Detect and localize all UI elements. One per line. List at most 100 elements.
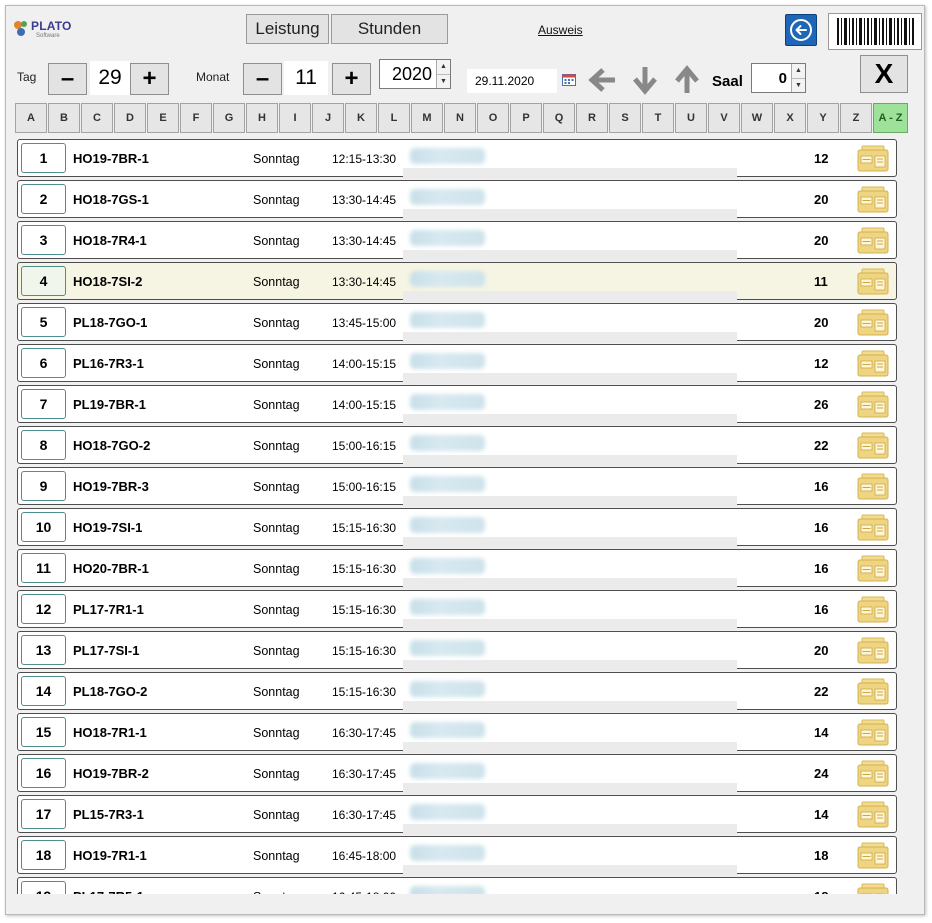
id-card-icon[interactable] [856,268,890,296]
letter-button-e[interactable]: E [147,103,179,133]
id-card-icon[interactable] [856,432,890,460]
prev-button[interactable] [584,63,622,97]
letter-button-z[interactable]: Z [840,103,872,133]
saal-spinner[interactable]: 0 ▲ ▼ [751,63,806,93]
letter-button-u[interactable]: U [675,103,707,133]
id-card-icon[interactable] [856,637,890,665]
letter-button-c[interactable]: C [81,103,113,133]
letter-button-p[interactable]: P [510,103,542,133]
up-button[interactable] [668,63,706,97]
row-number-button[interactable]: 12 [21,594,66,624]
monat-minus-button[interactable]: – [243,63,282,95]
row-number-button[interactable]: 7 [21,389,66,419]
year-down-arrow-icon[interactable]: ▼ [437,73,450,88]
list-item[interactable]: 16 HO19-7BR-2 Sonntag 16:30-17:45 24 [17,754,897,794]
list-item[interactable]: 2 HO18-7GS-1 Sonntag 13:30-14:45 20 [17,180,897,220]
letter-button-h[interactable]: H [246,103,278,133]
letter-button-m[interactable]: M [411,103,443,133]
id-card-icon[interactable] [856,801,890,829]
list-item[interactable]: 6 PL16-7R3-1 Sonntag 14:00-15:15 12 [17,344,897,384]
row-number-button[interactable]: 10 [21,512,66,542]
letter-button-j[interactable]: J [312,103,344,133]
letter-button-a[interactable]: A [15,103,47,133]
row-number-button[interactable]: 5 [21,307,66,337]
id-card-icon[interactable] [856,186,890,214]
id-card-icon[interactable] [856,883,890,894]
row-number-button[interactable]: 13 [21,635,66,665]
row-number-button[interactable]: 19 [21,881,66,894]
id-card-icon[interactable] [856,391,890,419]
year-spinner[interactable]: 2020 ▲ ▼ [379,59,451,89]
letter-button-b[interactable]: B [48,103,80,133]
calendar-icon[interactable] [562,73,576,86]
letter-button-q[interactable]: Q [543,103,575,133]
list-item[interactable]: 4 HO18-7SI-2 Sonntag 13:30-14:45 11 [17,262,897,302]
tag-plus-button[interactable]: + [130,63,169,95]
list-item[interactable]: 19 PL17-7R5-1 Sonntag 16:45-18:00 18 [17,877,897,894]
id-card-icon[interactable] [856,760,890,788]
tag-minus-button[interactable]: – [48,63,87,95]
row-number-button[interactable]: 17 [21,799,66,829]
list-item[interactable]: 5 PL18-7GO-1 Sonntag 13:45-15:00 20 [17,303,897,343]
letter-button-s[interactable]: S [609,103,641,133]
letter-button-t[interactable]: T [642,103,674,133]
id-card-icon[interactable] [856,309,890,337]
id-card-icon[interactable] [856,596,890,624]
ausweis-link[interactable]: Ausweis [538,23,583,37]
list-item[interactable]: 9 HO19-7BR-3 Sonntag 15:00-16:15 16 [17,467,897,507]
id-card-icon[interactable] [856,227,890,255]
letter-button-f[interactable]: F [180,103,212,133]
monat-value[interactable]: 11 [284,61,328,95]
list-item[interactable]: 7 PL19-7BR-1 Sonntag 14:00-15:15 26 [17,385,897,425]
id-card-icon[interactable] [856,350,890,378]
letter-button-k[interactable]: K [345,103,377,133]
list-item[interactable]: 13 PL17-7SI-1 Sonntag 15:15-16:30 20 [17,631,897,671]
list-item[interactable]: 14 PL18-7GO-2 Sonntag 15:15-16:30 22 [17,672,897,712]
letter-button-d[interactable]: D [114,103,146,133]
row-number-button[interactable]: 16 [21,758,66,788]
year-up-arrow-icon[interactable]: ▲ [437,60,450,74]
letter-button-x[interactable]: X [774,103,806,133]
row-number-button[interactable]: 9 [21,471,66,501]
id-card-icon[interactable] [856,514,890,542]
letter-button-l[interactable]: L [378,103,410,133]
list-item[interactable]: 8 HO18-7GO-2 Sonntag 15:00-16:15 22 [17,426,897,466]
row-number-button[interactable]: 1 [21,143,66,173]
date-field[interactable]: 29.11.2020 [467,69,557,93]
row-number-button[interactable]: 4 [21,266,66,296]
letter-button-all[interactable]: A - Z [873,103,908,133]
id-card-icon[interactable] [856,719,890,747]
saal-down-arrow-icon[interactable]: ▼ [792,77,805,92]
row-number-button[interactable]: 8 [21,430,66,460]
stunden-button[interactable]: Stunden [331,14,448,44]
list-item[interactable]: 12 PL17-7R1-1 Sonntag 15:15-16:30 16 [17,590,897,630]
saal-up-arrow-icon[interactable]: ▲ [792,64,805,78]
list-item[interactable]: 1 HO19-7BR-1 Sonntag 12:15-13:30 12 [17,139,897,179]
tag-value[interactable]: 29 [90,61,130,95]
row-number-button[interactable]: 14 [21,676,66,706]
list-item[interactable]: 18 HO19-7R1-1 Sonntag 16:45-18:00 18 [17,836,897,876]
row-number-button[interactable]: 18 [21,840,66,870]
leistung-button[interactable]: Leistung [246,14,329,44]
letter-button-y[interactable]: Y [807,103,839,133]
id-card-icon[interactable] [856,842,890,870]
id-card-icon[interactable] [856,145,890,173]
row-number-button[interactable]: 6 [21,348,66,378]
letter-button-v[interactable]: V [708,103,740,133]
row-number-button[interactable]: 15 [21,717,66,747]
row-number-button[interactable]: 2 [21,184,66,214]
id-card-icon[interactable] [856,678,890,706]
letter-button-n[interactable]: N [444,103,476,133]
down-button[interactable] [626,63,664,97]
list-item[interactable]: 11 HO20-7BR-1 Sonntag 15:15-16:30 16 [17,549,897,589]
back-button[interactable] [785,14,817,46]
close-button[interactable]: X [860,55,908,93]
letter-button-g[interactable]: G [213,103,245,133]
id-card-icon[interactable] [856,555,890,583]
barcode-button[interactable] [828,13,922,50]
letter-button-r[interactable]: R [576,103,608,133]
id-card-icon[interactable] [856,473,890,501]
letter-button-i[interactable]: I [279,103,311,133]
list-item[interactable]: 3 HO18-7R4-1 Sonntag 13:30-14:45 20 [17,221,897,261]
list-item[interactable]: 17 PL15-7R3-1 Sonntag 16:30-17:45 14 [17,795,897,835]
